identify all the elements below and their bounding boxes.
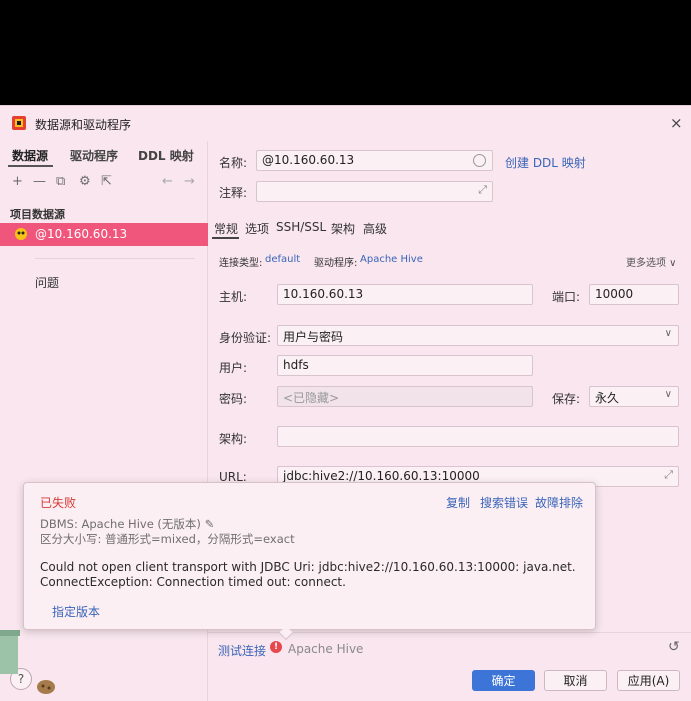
- left-toolbar: + — ⧉ ⚙ ⇱ ← →: [0, 171, 208, 193]
- auth-label: 身份验证:: [219, 331, 272, 345]
- user-label: 用户:: [219, 361, 248, 375]
- export-icon[interactable]: ⇱: [101, 174, 112, 189]
- divider: [35, 258, 195, 259]
- connection-type-label: 连接类型:: [219, 258, 263, 269]
- case-info: 区分大小写: 普通形式=mixed，分隔形式=exact: [40, 532, 295, 546]
- hive-icon: [15, 228, 27, 240]
- tab-ddl-mappings[interactable]: DDL 映射: [138, 147, 194, 164]
- schema-field[interactable]: [277, 426, 679, 447]
- tab-ssh-ssl[interactable]: SSH/SSL: [276, 220, 326, 234]
- tab-data-sources[interactable]: 数据源: [12, 147, 48, 164]
- search-error-link[interactable]: 搜索错误: [480, 494, 528, 511]
- host-field[interactable]: 10.160.60.13: [277, 284, 533, 305]
- connection-failed-popup: 已失败 复制 搜索错误 故障排除 DBMS: Apache Hive (无版本)…: [23, 482, 596, 641]
- error-message-line1: Could not open client transport with JDB…: [40, 560, 576, 574]
- trash-can-icon: [0, 630, 20, 674]
- tab-general[interactable]: 常规: [214, 220, 238, 237]
- title-bar: 数据源和驱动程序 ×: [0, 106, 691, 141]
- test-connection-bar: 测试连接 ! Apache Hive ↺: [208, 632, 691, 662]
- app-logo-icon: [12, 116, 26, 130]
- close-icon[interactable]: ×: [670, 114, 683, 132]
- copy-link[interactable]: 复制: [446, 494, 470, 511]
- comment-label: 注释:: [219, 186, 248, 200]
- cookie-icon: [37, 680, 55, 694]
- data-source-item[interactable]: @10.160.60.13: [0, 223, 208, 246]
- host-label: 主机:: [219, 290, 248, 304]
- chevron-down-icon: ∨: [664, 389, 672, 400]
- revert-icon[interactable]: ↺: [668, 639, 680, 655]
- tested-driver-name: Apache Hive: [288, 642, 364, 656]
- specify-version-link[interactable]: 指定版本: [52, 603, 100, 620]
- save-label: 保存:: [552, 392, 581, 406]
- tab-advanced[interactable]: 高级: [363, 220, 387, 237]
- password-label: 密码:: [219, 392, 248, 406]
- test-connection-link[interactable]: 测试连接: [218, 642, 266, 659]
- port-label: 端口:: [552, 290, 581, 304]
- forward-arrow-icon[interactable]: →: [184, 174, 195, 189]
- active-tab-indicator: [212, 237, 239, 239]
- data-source-label: @10.160.60.13: [35, 227, 128, 241]
- apply-button[interactable]: 应用(A): [617, 670, 680, 691]
- driver-label: 驱动程序:: [314, 258, 358, 269]
- tab-schemas[interactable]: 架构: [331, 220, 355, 237]
- issues-label[interactable]: 问题: [35, 274, 59, 291]
- comment-field[interactable]: ⤢: [256, 181, 493, 202]
- popup-title: 已失败: [40, 496, 77, 510]
- chevron-down-icon: ∨: [664, 328, 672, 339]
- save-select[interactable]: 永久 ∨: [589, 386, 679, 407]
- cancel-button[interactable]: 取消: [544, 670, 607, 691]
- gear-icon[interactable]: ⚙: [79, 174, 91, 189]
- name-field[interactable]: @10.160.60.13: [256, 150, 493, 171]
- user-field[interactable]: hdfs: [277, 355, 533, 376]
- driver-value[interactable]: Apache Hive: [360, 254, 423, 265]
- troubleshoot-link[interactable]: 故障排除: [535, 494, 583, 511]
- data-sources-dialog: 数据源和驱动程序 × 数据源 驱动程序 DDL 映射 + — ⧉ ⚙ ⇱ ← →…: [0, 105, 691, 701]
- error-icon: !: [270, 641, 282, 653]
- add-icon[interactable]: +: [12, 174, 23, 189]
- expand-icon[interactable]: ⤢: [664, 468, 673, 482]
- dbms-info: DBMS: Apache Hive (无版本) ✎: [40, 517, 215, 531]
- edit-pencil-icon[interactable]: ✎: [205, 517, 215, 531]
- port-field[interactable]: 10000: [589, 284, 679, 305]
- more-options-dropdown[interactable]: 更多选项 ∨: [626, 254, 677, 269]
- left-tabs: 数据源 驱动程序 DDL 映射: [0, 141, 208, 167]
- create-ddl-mapping-link[interactable]: 创建 DDL 映射: [505, 154, 586, 171]
- ok-button[interactable]: 确定: [472, 670, 535, 691]
- password-field[interactable]: <已隐藏>: [277, 386, 533, 407]
- remove-icon[interactable]: —: [33, 174, 46, 189]
- name-label: 名称:: [219, 156, 248, 170]
- error-message-line2: ConnectException: Connection timed out: …: [40, 575, 346, 589]
- auth-select[interactable]: 用户与密码 ∨: [277, 325, 679, 346]
- color-picker-icon[interactable]: [473, 154, 486, 167]
- section-project-data-sources: 项目数据源: [10, 208, 65, 221]
- window-title: 数据源和驱动程序: [35, 118, 132, 132]
- tab-options[interactable]: 选项: [245, 220, 269, 237]
- back-arrow-icon[interactable]: ←: [162, 174, 173, 189]
- connection-type-value[interactable]: default: [265, 254, 300, 265]
- tab-drivers[interactable]: 驱动程序: [70, 147, 118, 164]
- copy-icon[interactable]: ⧉: [56, 174, 65, 189]
- expand-icon[interactable]: ⤢: [478, 183, 487, 197]
- active-tab-indicator: [8, 165, 53, 167]
- schema-label: 架构:: [219, 432, 248, 446]
